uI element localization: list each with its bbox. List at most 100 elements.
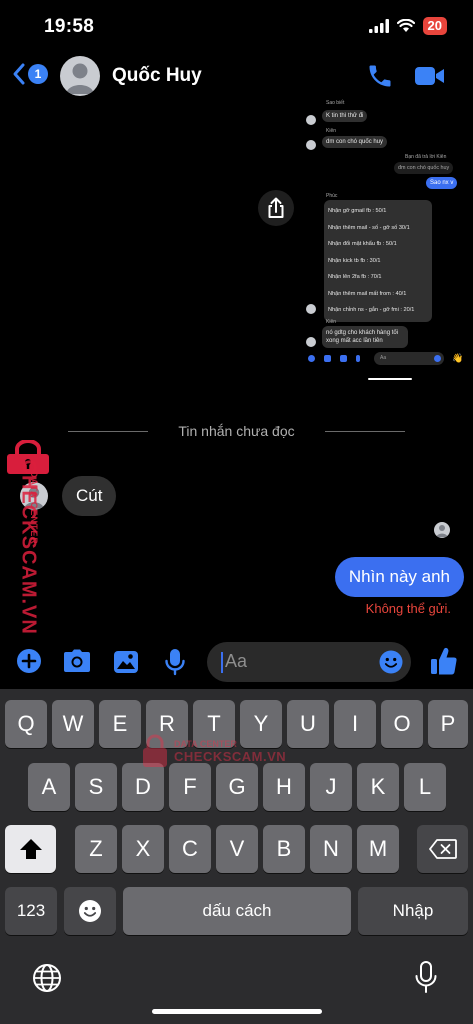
mini-quoted-message: đm con chó quốc huy — [394, 162, 454, 174]
smiley-icon — [379, 650, 403, 674]
key-b[interactable]: B — [263, 825, 305, 873]
message-composer: Aa — [0, 640, 473, 686]
outgoing-message-bubble[interactable]: Nhìn này anh — [334, 557, 464, 597]
watermark-kb-subtext: DATA CENTER — [174, 738, 237, 749]
mini-sender-name: Kiên — [326, 319, 337, 325]
key-c[interactable]: C — [169, 825, 211, 873]
backspace-key[interactable] — [417, 825, 468, 873]
contact-name[interactable]: Quốc Huy — [112, 65, 202, 87]
mini-emoji-icon — [434, 355, 441, 362]
thumbs-up-icon — [431, 647, 457, 675]
plus-circle-icon — [17, 649, 41, 673]
dictation-key[interactable] — [414, 961, 438, 1000]
key-d[interactable]: D — [122, 763, 164, 811]
key-a[interactable]: A — [28, 763, 70, 811]
dictation-microphone-icon — [415, 961, 437, 993]
seen-receipt-avatar — [434, 522, 450, 538]
watermark-lock-icon — [143, 734, 167, 767]
like-button[interactable] — [430, 646, 458, 681]
mini-list-item: Nhận kick tb fb : 30/1 — [328, 257, 381, 264]
phone-icon — [369, 65, 391, 87]
share-icon — [268, 197, 284, 218]
key-j[interactable]: J — [310, 763, 352, 811]
mini-wave-icon: 👋 — [452, 353, 464, 363]
key-q[interactable]: Q — [5, 700, 47, 748]
key-e[interactable]: E — [99, 700, 141, 748]
key-f[interactable]: F — [169, 763, 211, 811]
key-l[interactable]: L — [404, 763, 446, 811]
key-v[interactable]: V — [216, 825, 258, 873]
key-x[interactable]: X — [122, 825, 164, 873]
mini-sender-name: Phúc — [326, 193, 338, 199]
voice-call-button[interactable] — [366, 62, 394, 95]
microphone-icon — [165, 649, 185, 676]
text-cursor — [221, 652, 223, 673]
key-s[interactable]: S — [75, 763, 117, 811]
back-button[interactable]: 1 — [12, 62, 48, 86]
mini-avatar — [306, 304, 316, 314]
emoji-key[interactable] — [64, 887, 116, 935]
key-w[interactable]: W — [52, 700, 94, 748]
send-error-text[interactable]: Không thể gửi. — [366, 601, 451, 616]
video-call-button[interactable] — [414, 64, 446, 93]
keyboard-watermark: DATA CENTER CHECKSCAM.VN — [142, 734, 286, 768]
contact-avatar[interactable] — [60, 56, 100, 96]
mini-message-sent: Sao nx v — [426, 177, 458, 189]
mini-sender-name: Kiên — [326, 128, 337, 134]
mini-message: K tin thì thử đi — [322, 110, 368, 122]
mini-plus-icon — [308, 355, 315, 362]
emoji-face-icon — [79, 900, 101, 922]
incoming-message-bubble[interactable]: Cút — [62, 476, 117, 516]
share-button[interactable] — [258, 190, 294, 226]
battery-indicator: 20 — [422, 17, 447, 35]
mini-message: dm con chó quốc huy — [322, 136, 388, 148]
camera-button[interactable] — [63, 649, 91, 678]
home-indicator — [152, 1009, 322, 1014]
mini-list-item: Nhận gỡ gmail fb : 50/1 — [328, 208, 387, 214]
mini-composer: Aa 👋 — [306, 352, 464, 366]
key-k[interactable]: K — [357, 763, 399, 811]
key-p[interactable]: P — [428, 700, 468, 748]
key-h[interactable]: H — [263, 763, 305, 811]
mini-list-item: Nhận đổi mật khẩu fb : 50/1 — [328, 241, 397, 247]
watermark-subtext: DATA CENTER — [29, 471, 39, 545]
key-g[interactable]: G — [216, 763, 258, 811]
mini-avatar — [306, 115, 316, 125]
shared-screenshot-image[interactable]: Sao biết K tin thì thử đi Kiên dm con ch… — [302, 97, 472, 387]
space-key[interactable]: dấu cách — [123, 887, 351, 935]
unread-divider: Tin nhắn chưa đọc — [0, 422, 473, 442]
watermark-kb-text: CHECKSCAM.VN — [174, 748, 287, 764]
message-input-placeholder: Aa — [225, 651, 248, 671]
mini-camera-icon — [324, 355, 331, 362]
more-actions-button[interactable] — [16, 648, 42, 679]
mini-avatar — [306, 140, 316, 150]
status-time: 19:58 — [44, 16, 95, 37]
key-m[interactable]: M — [357, 825, 399, 873]
mini-image-icon — [340, 355, 347, 362]
gallery-button[interactable] — [113, 650, 139, 679]
status-icons: 20 — [368, 17, 447, 35]
key-n[interactable]: N — [310, 825, 352, 873]
key-o[interactable]: O — [381, 700, 423, 748]
message-input[interactable]: Aa — [207, 642, 411, 682]
key-u[interactable]: U — [287, 700, 329, 748]
image-icon — [114, 651, 138, 673]
mini-list-item: Nhận lên 2fa fb : 70/1 — [328, 274, 382, 280]
camera-icon — [64, 649, 90, 672]
numbers-key[interactable]: 123 — [5, 887, 57, 935]
key-i[interactable]: I — [334, 700, 376, 748]
unread-count-badge: 1 — [28, 64, 48, 84]
backspace-icon — [428, 839, 457, 859]
shift-key[interactable] — [5, 825, 56, 873]
emoji-button[interactable] — [379, 650, 403, 679]
mini-sender-name: Sao biết — [326, 100, 345, 106]
voice-message-button[interactable] — [164, 648, 186, 681]
globe-icon — [33, 964, 61, 992]
video-camera-icon — [415, 67, 444, 85]
key-z[interactable]: Z — [75, 825, 117, 873]
globe-key[interactable] — [32, 963, 62, 998]
return-key[interactable]: Nhập — [358, 887, 468, 935]
mini-reply-note: Bạn đã trả lời Kiên — [405, 154, 447, 160]
wifi-icon — [396, 19, 415, 32]
status-bar: 19:58 20 — [0, 0, 473, 52]
